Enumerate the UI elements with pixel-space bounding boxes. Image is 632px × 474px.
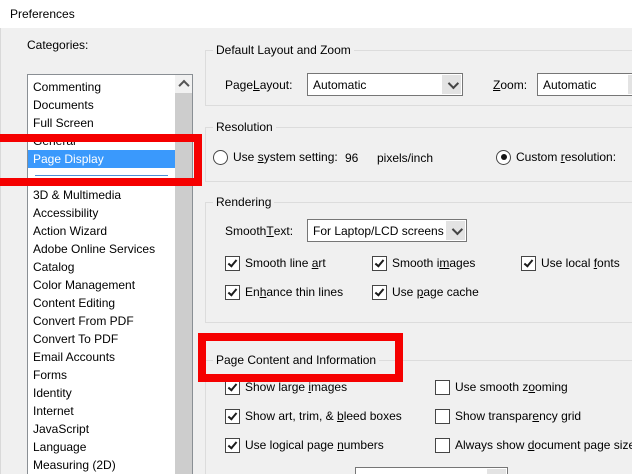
smooth-line-art-checkbox[interactable]: Smooth line art bbox=[225, 255, 326, 271]
separator-line bbox=[35, 175, 168, 176]
category-item-commenting[interactable]: Commenting bbox=[28, 78, 175, 96]
categories-label: Categories: bbox=[27, 38, 89, 52]
categories-scrollbar[interactable] bbox=[175, 75, 192, 474]
group-title-default-layout-zoom: Default Layout and Zoom bbox=[213, 43, 354, 57]
categories-list: Commenting Documents Full Screen General… bbox=[28, 78, 175, 474]
page-layout-label: Page Layout: bbox=[225, 77, 293, 92]
category-item-convert-to-pdf[interactable]: Convert To PDF bbox=[28, 330, 175, 348]
categories-listbox: Commenting Documents Full Screen General… bbox=[27, 74, 193, 474]
smooth-text-label: Smooth Text: bbox=[225, 223, 294, 238]
chevron-up-icon bbox=[177, 79, 190, 92]
category-item-page-display[interactable]: Page Display bbox=[28, 150, 175, 168]
combobox-dropdown-button[interactable] bbox=[446, 221, 465, 240]
category-item-catalog[interactable]: Catalog bbox=[28, 258, 175, 276]
checkmark-icon bbox=[225, 379, 240, 395]
checkmark-icon bbox=[435, 437, 450, 453]
custom-resolution-radio[interactable]: Custom resolution: bbox=[496, 149, 616, 165]
use-system-setting-radio[interactable]: Use system setting: bbox=[213, 149, 338, 165]
dialog-title: Preferences bbox=[10, 7, 75, 21]
combobox-dropdown-button[interactable] bbox=[442, 75, 461, 94]
preferences-dialog: Preferences Categories: Commenting Docum… bbox=[0, 0, 632, 474]
radio-circle bbox=[213, 149, 228, 165]
scrollbar-up-button[interactable] bbox=[175, 75, 192, 93]
category-item-email-accounts[interactable]: Email Accounts bbox=[28, 348, 175, 366]
category-item-accessibility[interactable]: Accessibility bbox=[28, 204, 175, 222]
category-item-internet[interactable]: Internet bbox=[28, 402, 175, 420]
category-item-general[interactable]: General bbox=[28, 132, 175, 150]
use-logical-page-numbers-checkbox[interactable]: Use logical page numbers bbox=[225, 437, 384, 453]
combobox-dropdown-button[interactable] bbox=[628, 75, 632, 94]
category-item-identity[interactable]: Identity bbox=[28, 384, 175, 402]
group-title-resolution: Resolution bbox=[213, 120, 276, 134]
checkmark-icon bbox=[225, 437, 240, 453]
use-smooth-zooming-checkbox[interactable]: Use smooth zooming bbox=[435, 379, 568, 395]
category-item-color-management[interactable]: Color Management bbox=[28, 276, 175, 294]
checkmark-icon bbox=[435, 408, 450, 424]
ppi-unit-label: pixels/inch bbox=[377, 151, 434, 165]
chevron-down-icon bbox=[447, 77, 459, 89]
title-bar: Preferences bbox=[0, 0, 632, 28]
category-item-javascript[interactable]: JavaScript bbox=[28, 420, 175, 438]
category-item-adobe-online-services[interactable]: Adobe Online Services bbox=[28, 240, 175, 258]
category-item-action-wizard[interactable]: Action Wizard bbox=[28, 222, 175, 240]
chevron-down-icon bbox=[451, 223, 463, 235]
checkmark-icon bbox=[521, 255, 536, 271]
checkmark-icon bbox=[435, 379, 450, 395]
checkmark-icon bbox=[225, 255, 240, 271]
always-show-document-page-size-checkbox[interactable]: Always show document page size bbox=[435, 437, 632, 453]
smooth-text-combobox[interactable]: For Laptop/LCD screens bbox=[307, 219, 467, 242]
use-page-cache-checkbox[interactable]: Use page cache bbox=[372, 284, 479, 300]
category-item-measuring-2d[interactable]: Measuring (2D) bbox=[28, 456, 175, 474]
category-item-language[interactable]: Language bbox=[28, 438, 175, 456]
checkmark-icon bbox=[225, 408, 240, 424]
checkmark-icon bbox=[372, 284, 387, 300]
smooth-images-checkbox[interactable]: Smooth images bbox=[372, 255, 475, 271]
show-art-trim-bleed-boxes-checkbox[interactable]: Show art, trim, & bleed boxes bbox=[225, 408, 402, 424]
zoom-combobox[interactable]: Automatic bbox=[537, 73, 632, 96]
use-local-fonts-checkbox[interactable]: Use local fonts bbox=[521, 255, 620, 271]
category-item-full-screen[interactable]: Full Screen bbox=[28, 114, 175, 132]
zoom-label: Zoom: bbox=[493, 77, 528, 92]
show-large-images-checkbox[interactable]: Show large images bbox=[225, 379, 347, 395]
enhance-thin-lines-checkbox[interactable]: Enhance thin lines bbox=[225, 284, 343, 300]
category-item-3d-multimedia[interactable]: 3D & Multimedia bbox=[28, 186, 175, 204]
group-title-page-content-information: Page Content and Information bbox=[213, 353, 380, 367]
category-item-convert-from-pdf[interactable]: Convert From PDF bbox=[28, 312, 175, 330]
category-item-content-editing[interactable]: Content Editing bbox=[28, 294, 175, 312]
category-item-forms[interactable]: Forms bbox=[28, 366, 175, 384]
combobox-dropdown-button[interactable] bbox=[487, 469, 506, 474]
scrollbar-thumb[interactable] bbox=[175, 93, 192, 474]
category-item-documents[interactable]: Documents bbox=[28, 96, 175, 114]
checkmark-icon bbox=[225, 284, 240, 300]
category-separator bbox=[28, 168, 175, 186]
partial-bottom-combobox[interactable] bbox=[355, 467, 508, 474]
group-title-rendering: Rendering bbox=[213, 195, 275, 209]
show-transparency-grid-checkbox[interactable]: Show transparency grid bbox=[435, 408, 581, 424]
checkmark-icon bbox=[372, 255, 387, 271]
radio-circle bbox=[496, 149, 511, 165]
page-layout-combobox[interactable]: Automatic bbox=[307, 73, 463, 96]
ppi-value: 96 bbox=[345, 151, 359, 165]
